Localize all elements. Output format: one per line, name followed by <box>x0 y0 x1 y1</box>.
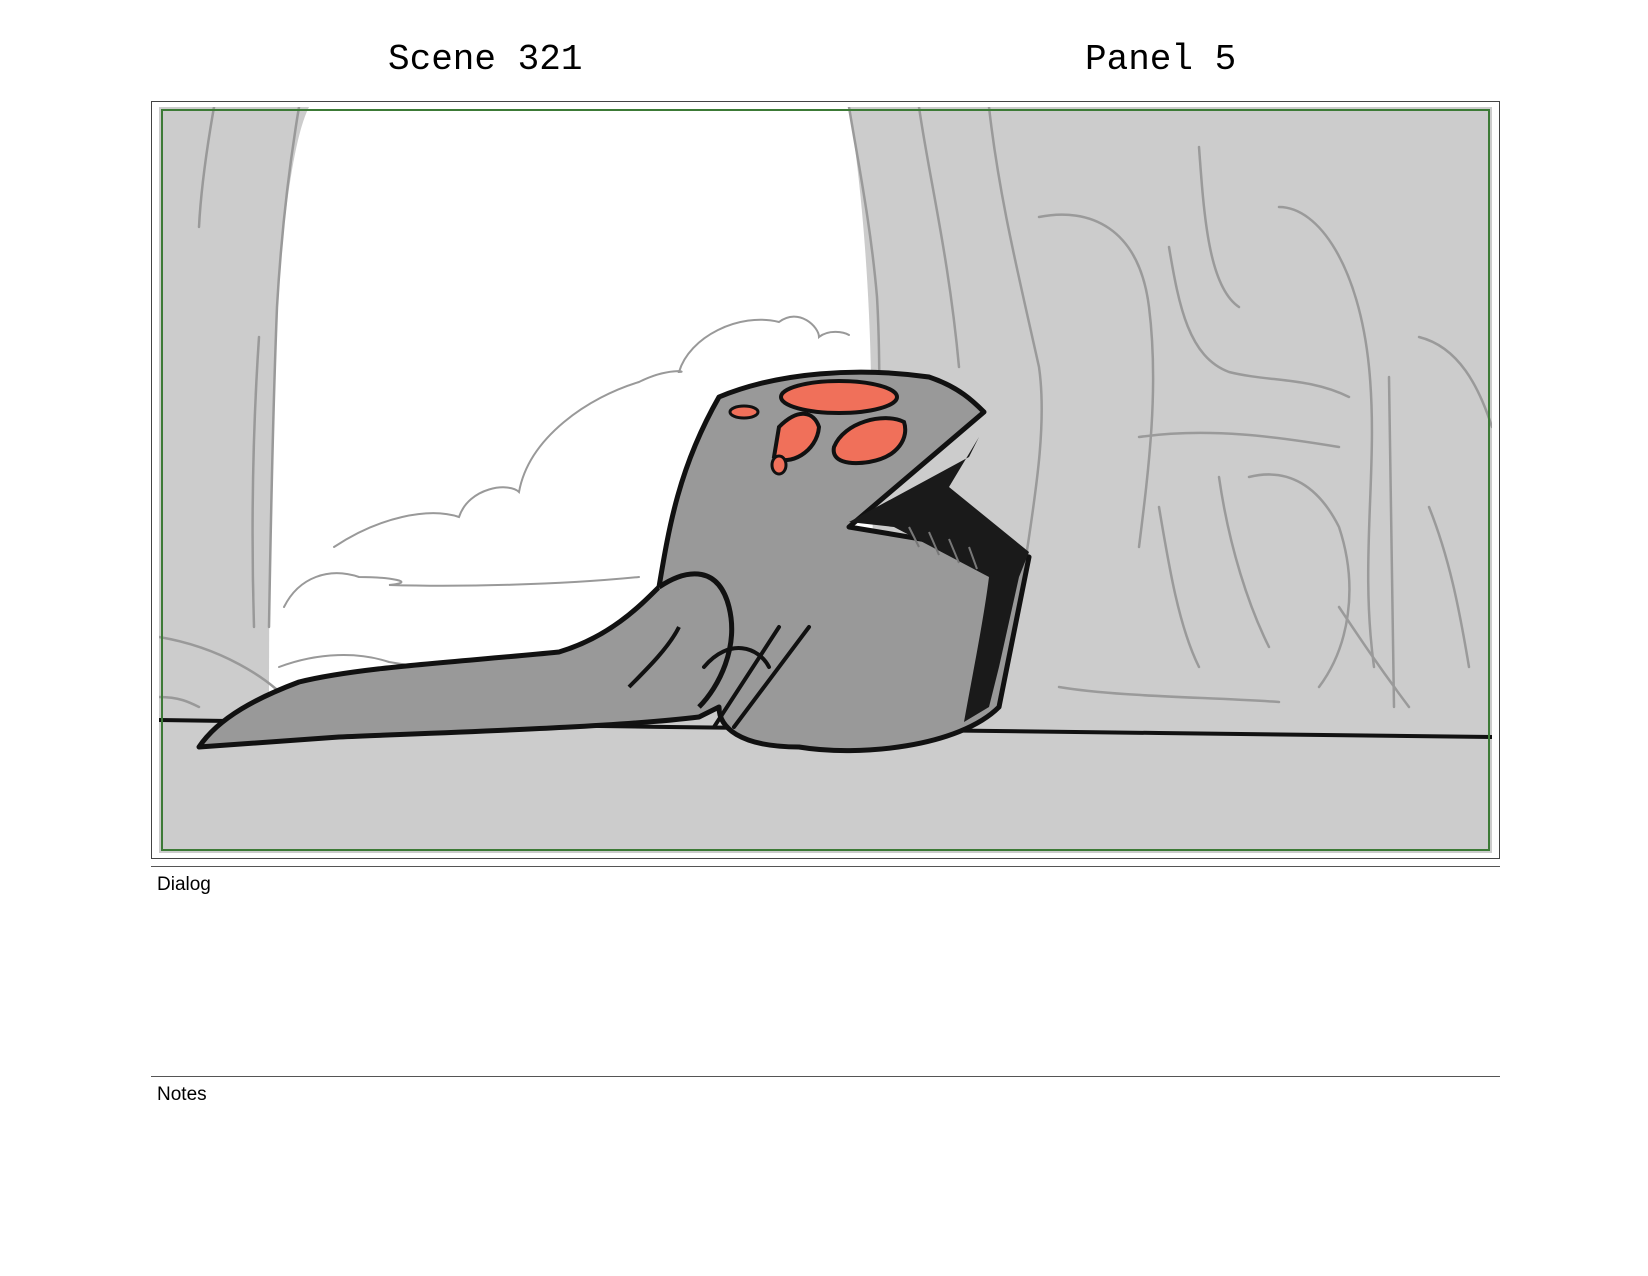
panel-number: Panel 5 <box>1085 39 1237 80</box>
dialog-label: Dialog <box>157 874 211 895</box>
scene-number: Scene 321 <box>388 39 583 80</box>
dialog-divider <box>151 866 1500 867</box>
panel-frame <box>151 101 1500 859</box>
notes-divider <box>151 1076 1500 1077</box>
notes-label: Notes <box>157 1084 207 1105</box>
storyboard-sketch-image <box>159 107 1492 853</box>
